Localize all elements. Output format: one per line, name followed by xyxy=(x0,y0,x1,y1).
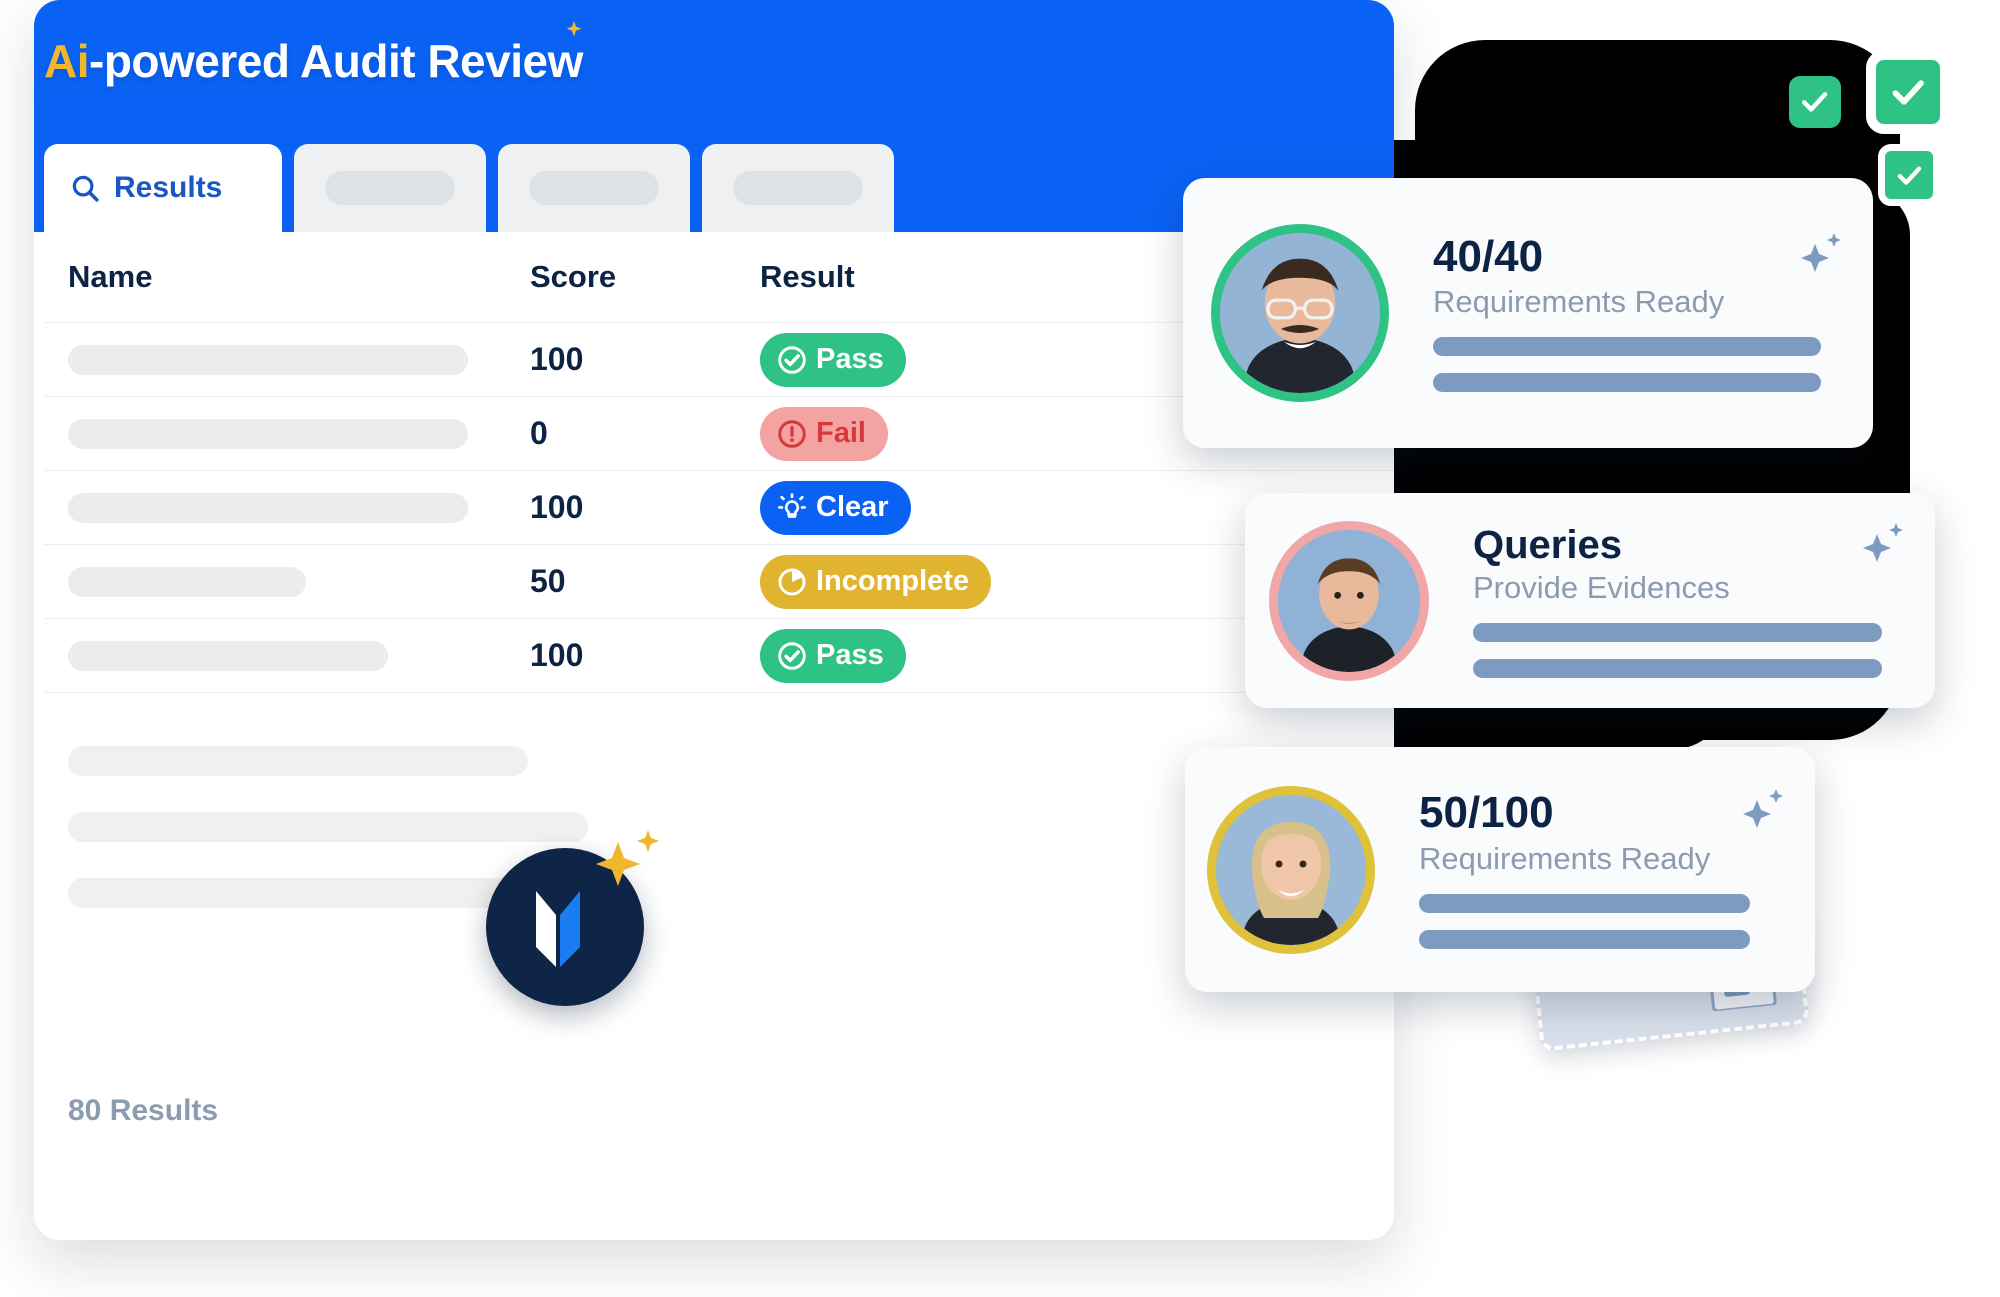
status-badge: Incomplete xyxy=(760,554,992,609)
table-row[interactable]: 100 Clear xyxy=(44,470,1394,544)
page-title-rest: -powered Audit Review xyxy=(89,35,583,87)
column-header-score: Score xyxy=(530,259,617,294)
card-headline: 50/100 xyxy=(1419,788,1554,838)
status-badge: Pass xyxy=(760,628,906,683)
tab-bar: Results xyxy=(44,144,894,232)
card-subtitle: Requirements Ready xyxy=(1419,840,1711,876)
tab-placeholder-2[interactable] xyxy=(498,144,690,232)
card-subtitle: Requirements Ready xyxy=(1433,284,1725,320)
tab-results-label: Results xyxy=(114,171,223,204)
pie-timer-icon xyxy=(778,568,806,595)
column-header-name: Name xyxy=(68,259,153,294)
screenshot-root: Ai -powered Audit Review Results Name Sc… xyxy=(0,0,2000,1297)
row-name-placeholder xyxy=(68,418,468,449)
lightbulb-icon xyxy=(778,492,806,518)
status-badge-label: Pass xyxy=(816,343,884,375)
avatar-photo xyxy=(1220,233,1380,393)
results-count: 80 Results xyxy=(68,1094,219,1127)
table-row[interactable]: 50 Incomplete xyxy=(44,544,1394,618)
check-chip-small-1 xyxy=(1789,76,1841,128)
card-headline: 40/40 xyxy=(1433,231,1544,281)
tab-placeholder-1[interactable] xyxy=(294,144,486,232)
check-chip-large xyxy=(1866,50,1950,134)
avatar-photo xyxy=(1216,794,1366,945)
sparkle-icon xyxy=(1863,522,1903,562)
check-icon xyxy=(1802,92,1828,113)
page-title: Ai -powered Audit Review xyxy=(44,20,583,88)
status-badge-label: Clear xyxy=(816,491,889,523)
check-chip-small-2 xyxy=(1878,144,1940,206)
tab-placeholder-3[interactable] xyxy=(702,144,894,232)
brand-logo xyxy=(486,830,659,1006)
row-name-placeholder xyxy=(68,492,468,523)
card-progress-bar xyxy=(1433,337,1821,357)
status-badge: Fail xyxy=(760,406,888,461)
sparkle-icon xyxy=(1801,232,1841,272)
tab-placeholder-pill xyxy=(325,171,455,205)
status-badge-label: Fail xyxy=(816,417,866,449)
card-progress-bar xyxy=(1419,929,1751,949)
avatar-person-3 xyxy=(1207,785,1375,954)
placeholder-bar xyxy=(68,746,528,776)
card-progress-bar xyxy=(1473,658,1882,678)
placeholder-bar xyxy=(68,878,528,908)
tab-results[interactable]: Results xyxy=(44,144,282,232)
row-name-placeholder xyxy=(68,640,388,671)
search-icon xyxy=(72,175,99,202)
requirements-card-3[interactable]: 50/100 Requirements Ready xyxy=(1185,747,1815,992)
status-badge-label: Pass xyxy=(816,639,884,671)
card-progress-bar xyxy=(1419,893,1751,913)
avatar-photo xyxy=(1278,529,1420,672)
card-progress-bar xyxy=(1433,373,1821,393)
card-body: 50/100 Requirements Ready xyxy=(1375,788,1815,949)
page-title-accent: Ai xyxy=(44,35,90,87)
avatar-person-1 xyxy=(1211,224,1389,402)
row-score: 100 xyxy=(530,489,584,525)
sparkle-icon xyxy=(596,830,659,886)
check-circle-icon xyxy=(778,641,806,670)
tab-placeholder-pill xyxy=(733,171,863,205)
card-headline: Queries xyxy=(1473,522,1622,567)
row-name-placeholder xyxy=(68,344,468,375)
status-badge: Clear xyxy=(760,480,911,535)
table-row-divider xyxy=(44,692,1394,720)
check-icon xyxy=(1897,166,1921,185)
avatar-person-2 xyxy=(1269,520,1429,681)
status-badge: Pass xyxy=(760,332,906,387)
placeholder-bar xyxy=(68,812,588,842)
card-body: Queries Provide Evidences xyxy=(1429,522,1935,678)
tab-placeholder-pill xyxy=(529,171,659,205)
card-progress-bar xyxy=(1473,622,1882,642)
sparkle-icon xyxy=(1743,789,1783,829)
table-row[interactable]: 100 Pass xyxy=(44,618,1394,692)
requirements-card-2[interactable]: Queries Provide Evidences xyxy=(1245,493,1935,708)
card-body: 40/40 Requirements Ready xyxy=(1389,231,1873,393)
row-name-placeholder xyxy=(68,566,306,597)
row-score: 100 xyxy=(530,341,584,377)
alert-circle-icon xyxy=(778,419,806,448)
row-score: 0 xyxy=(530,415,548,451)
sparkle-icon xyxy=(566,20,582,37)
row-score: 50 xyxy=(530,563,566,599)
requirements-card-1[interactable]: 40/40 Requirements Ready xyxy=(1183,178,1873,448)
row-score: 100 xyxy=(530,637,584,673)
status-badge-label: Incomplete xyxy=(816,565,970,597)
card-subtitle: Provide Evidences xyxy=(1473,569,1730,605)
check-icon xyxy=(1892,80,1924,105)
check-circle-icon xyxy=(778,345,806,374)
